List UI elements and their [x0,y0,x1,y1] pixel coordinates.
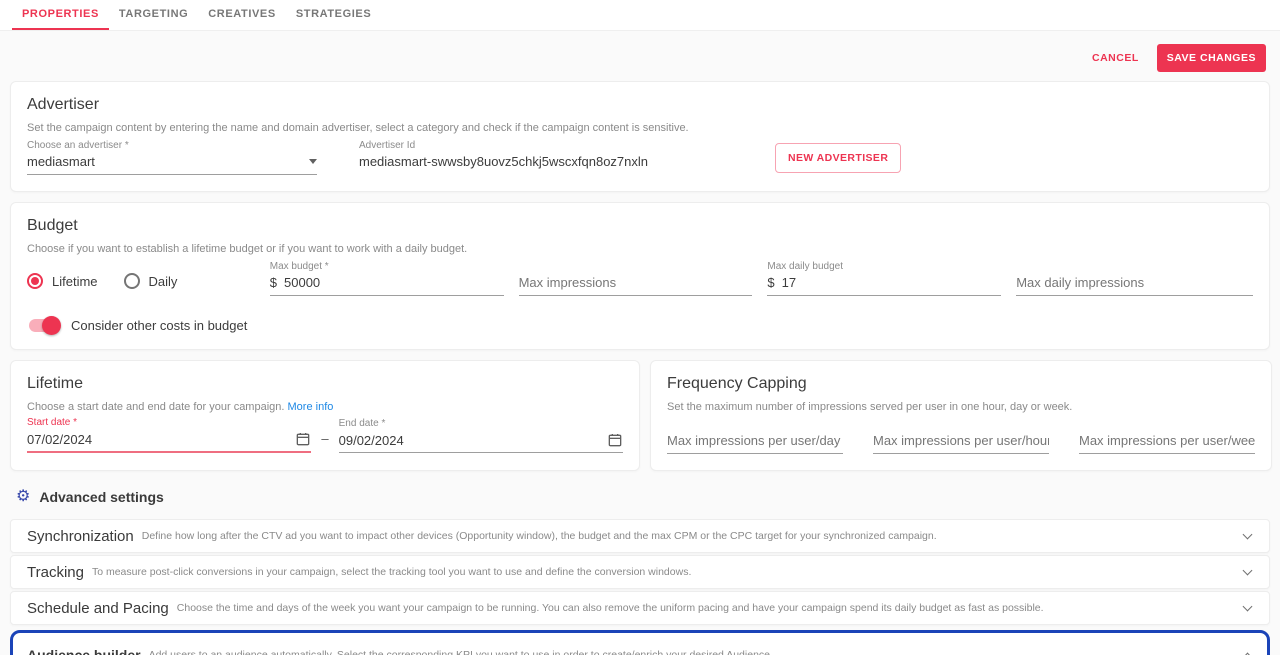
end-date-input[interactable] [339,433,607,448]
advertiser-select[interactable] [27,154,317,175]
chevron-down-icon[interactable] [1243,601,1253,611]
end-date-label: End date * [339,418,623,429]
cancel-button[interactable]: CANCEL [1092,52,1139,64]
lifetime-title: Lifetime [27,375,623,393]
max-budget-input[interactable] [284,275,504,290]
more-info-link[interactable]: More info [288,401,334,413]
tab-strategies[interactable]: STRATEGIES [286,0,381,30]
synchronization-description: Define how long after the CTV ad you wan… [142,530,1244,542]
accordion-tracking[interactable]: Tracking To measure post-click conversio… [10,555,1270,589]
lifetime-description: Choose a start date and end date for you… [27,401,284,413]
frequency-title: Frequency Capping [667,375,1255,393]
chevron-down-icon[interactable] [1243,565,1253,575]
budget-title: Budget [27,217,1253,235]
tracking-title: Tracking [27,564,84,581]
action-bar: CANCEL SAVE CHANGES [10,31,1270,81]
advertiser-description: Set the campaign content by entering the… [27,122,1253,134]
radio-selected-icon[interactable] [27,273,43,289]
max-impressions-per-user-day-input[interactable] [667,433,843,448]
new-advertiser-button[interactable]: NEW ADVERTISER [775,143,901,173]
radio-lifetime-label: Lifetime [52,274,98,289]
audience-builder-title: Audience builder [27,647,141,655]
advertiser-select-value[interactable] [27,154,301,169]
advanced-settings-title: Advanced settings [39,489,163,505]
schedule-pacing-title: Schedule and Pacing [27,600,169,617]
start-date-input[interactable] [27,432,295,447]
radio-daily[interactable]: Daily [124,273,178,289]
max-budget-label: Max budget * [270,261,504,272]
budget-card: Budget Choose if you want to establish a… [10,202,1270,350]
accordion-synchronization[interactable]: Synchronization Define how long after th… [10,519,1270,553]
tab-bar: PROPERTIES TARGETING CREATIVES STRATEGIE… [0,0,1280,31]
tab-targeting[interactable]: TARGETING [109,0,198,30]
max-daily-impressions-input[interactable] [1016,275,1253,290]
start-date-label: Start date * [27,417,311,428]
frequency-capping-card: Frequency Capping Set the maximum number… [650,360,1272,471]
calendar-icon[interactable] [607,432,623,448]
lifetime-card: Lifetime Choose a start date and end dat… [10,360,640,471]
frequency-description: Set the maximum number of impressions se… [667,401,1255,413]
consider-costs-label: Consider other costs in budget [71,318,247,333]
advanced-settings-header: ⚙ Advanced settings [10,481,1270,519]
advertiser-card: Advertiser Set the campaign content by e… [10,81,1270,192]
advertiser-id-value: mediasmart-swwsby8uovz5chkj5wscxfqn8oz7n… [359,154,719,175]
advertiser-title: Advertiser [27,96,1253,114]
currency-prefix: $ [767,275,774,290]
gear-icon: ⚙ [16,489,30,505]
max-daily-budget-label: Max daily budget [767,261,1001,272]
budget-description: Choose if you want to establish a lifeti… [27,243,1253,255]
audience-builder-card: Audience builder Add users to an audienc… [10,630,1270,655]
synchronization-title: Synchronization [27,528,134,545]
tab-properties[interactable]: PROPERTIES [12,0,109,30]
chevron-down-icon[interactable] [309,159,317,164]
max-daily-budget-input[interactable] [782,275,1002,290]
tracking-description: To measure post-click conversions in you… [92,566,1244,578]
consider-costs-toggle[interactable] [29,319,59,332]
save-changes-button[interactable]: SAVE CHANGES [1157,44,1266,72]
choose-advertiser-label: Choose an advertiser * [27,140,317,151]
max-impressions-per-user-hour-input[interactable] [873,433,1049,448]
audience-builder-header[interactable]: Audience builder Add users to an audienc… [27,647,1251,655]
tab-creatives[interactable]: CREATIVES [198,0,286,30]
currency-prefix: $ [270,275,277,290]
radio-daily-label: Daily [149,274,178,289]
schedule-pacing-description: Choose the time and days of the week you… [177,602,1244,614]
max-impressions-input[interactable] [519,275,753,290]
audience-builder-description: Add users to an audience automatically. … [149,649,1244,655]
advertiser-id-label: Advertiser Id [359,140,719,151]
date-range-separator: – [321,431,328,446]
calendar-icon[interactable] [295,431,311,447]
radio-unselected-icon[interactable] [124,273,140,289]
chevron-down-icon[interactable] [1243,529,1253,539]
accordion-schedule-pacing[interactable]: Schedule and Pacing Choose the time and … [10,591,1270,625]
max-impressions-per-user-week-input[interactable] [1079,433,1255,448]
radio-lifetime[interactable]: Lifetime [27,273,98,289]
